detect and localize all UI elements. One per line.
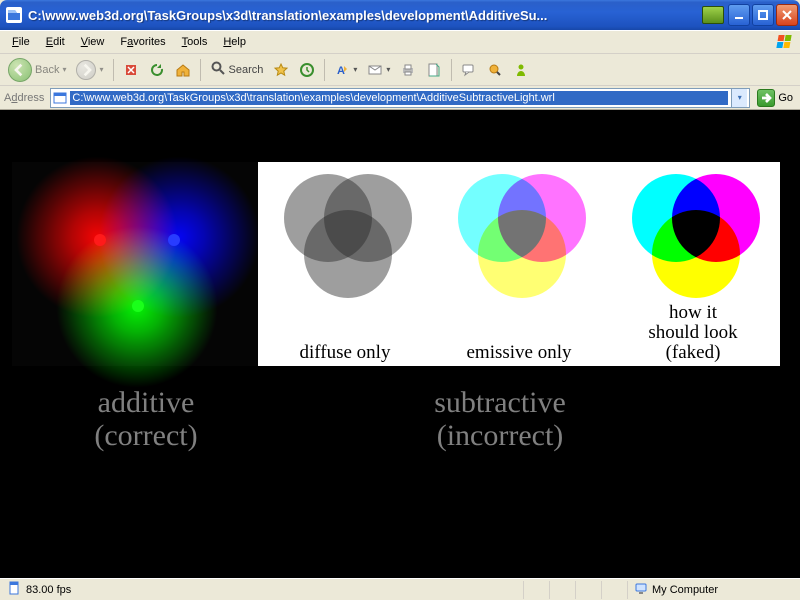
app-icon [6,7,22,23]
menu-edit[interactable]: Edit [38,34,73,50]
faked-venn [608,166,778,316]
menu-favorites[interactable]: Favorites [112,34,173,50]
status-zone: My Computer [628,581,798,599]
edit-button[interactable] [422,58,446,82]
blue-light-source [168,234,180,246]
faked-column: how it should look (faked) [606,162,780,366]
messenger-button[interactable] [509,58,533,82]
toolbar-separator [324,59,325,81]
address-label: Address [4,92,46,104]
computer-icon [634,581,648,598]
fps-text: 83.00 fps [26,584,71,596]
minimize-button[interactable] [728,4,750,26]
diffuse-caption: diffuse only [258,343,432,363]
address-input[interactable] [70,91,728,105]
search-icon [210,60,226,79]
titlebar: C:\www.web3d.org\TaskGroups\x3d\translat… [0,0,800,30]
search-button[interactable]: Search [206,58,268,82]
additive-label: additive (correct) [46,386,246,452]
history-button[interactable] [295,58,319,82]
status-pane-2 [550,581,576,599]
menubar: File Edit View Favorites Tools Help [0,30,800,54]
window-buttons [728,4,798,26]
grey-circle-icon [304,210,392,298]
back-button[interactable]: Back ▾ [4,58,70,82]
toolbar-separator [113,59,114,81]
emissive-column: emissive only [432,162,606,366]
refresh-button[interactable] [145,58,169,82]
status-pane-1 [524,581,550,599]
red-light-source [94,234,106,246]
page-favicon-icon [53,91,67,105]
emissive-caption: emissive only [432,343,606,363]
emissive-venn [434,166,604,316]
mail-button[interactable]: ▾ [363,58,394,82]
forward-arrow-icon [76,60,96,80]
address-input-wrap: ▾ [50,88,750,108]
statusbar: 83.00 fps My Computer [0,578,800,600]
content-viewport[interactable]: diffuse only emissive only how it should… [0,110,800,578]
diffuse-venn [260,166,430,316]
forward-button[interactable]: ▾ [72,58,107,82]
close-button[interactable] [776,4,798,26]
zone-text: My Computer [652,584,718,596]
toolbar: Back ▾ ▾ Search A▾ ▾ [0,54,800,86]
faked-caption: how it should look (faked) [606,303,780,363]
toolbar-separator [451,59,452,81]
maximize-button[interactable] [752,4,774,26]
stop-button[interactable] [119,58,143,82]
status-fps: 83.00 fps [2,581,524,599]
additive-panel [12,162,258,366]
research-button[interactable] [483,58,507,82]
tool-a-button[interactable]: A▾ [330,58,361,82]
yellow-circle-icon [652,210,740,298]
search-label: Search [229,64,264,76]
window-title: C:\www.web3d.org\TaskGroups\x3d\translat… [28,8,702,23]
yellow-circle-icon [478,210,566,298]
home-button[interactable] [171,58,195,82]
diffuse-column: diffuse only [258,162,432,366]
subtractive-panel: diffuse only emissive only how it should… [258,162,780,366]
back-dropdown-icon: ▾ [62,65,66,74]
back-label: Back [35,64,59,76]
go-arrow-icon [757,89,775,107]
print-button[interactable] [396,58,420,82]
menu-tools[interactable]: Tools [174,34,216,50]
addressbar: Address ▾ Go [0,86,800,110]
menu-file[interactable]: File [4,34,38,50]
green-light-source [132,300,144,312]
svg-text:A: A [337,65,345,77]
status-pane-3 [576,581,602,599]
menu-view[interactable]: View [73,34,113,50]
back-arrow-icon [8,58,32,82]
go-label: Go [778,92,793,104]
discuss-button[interactable] [457,58,481,82]
subtractive-label: subtractive (incorrect) [370,386,630,452]
nvidia-badge-icon [702,6,724,24]
address-dropdown[interactable]: ▾ [731,89,747,107]
forward-dropdown-icon: ▾ [99,65,103,74]
chevron-down-icon: ▾ [386,65,390,74]
go-button[interactable]: Go [754,88,796,108]
page-icon [8,581,22,598]
favorites-button[interactable] [269,58,293,82]
chevron-down-icon: ▾ [353,65,357,74]
status-pane-4 [602,581,628,599]
menu-help[interactable]: Help [215,34,254,50]
toolbar-separator [200,59,201,81]
windows-logo-icon [776,33,796,51]
